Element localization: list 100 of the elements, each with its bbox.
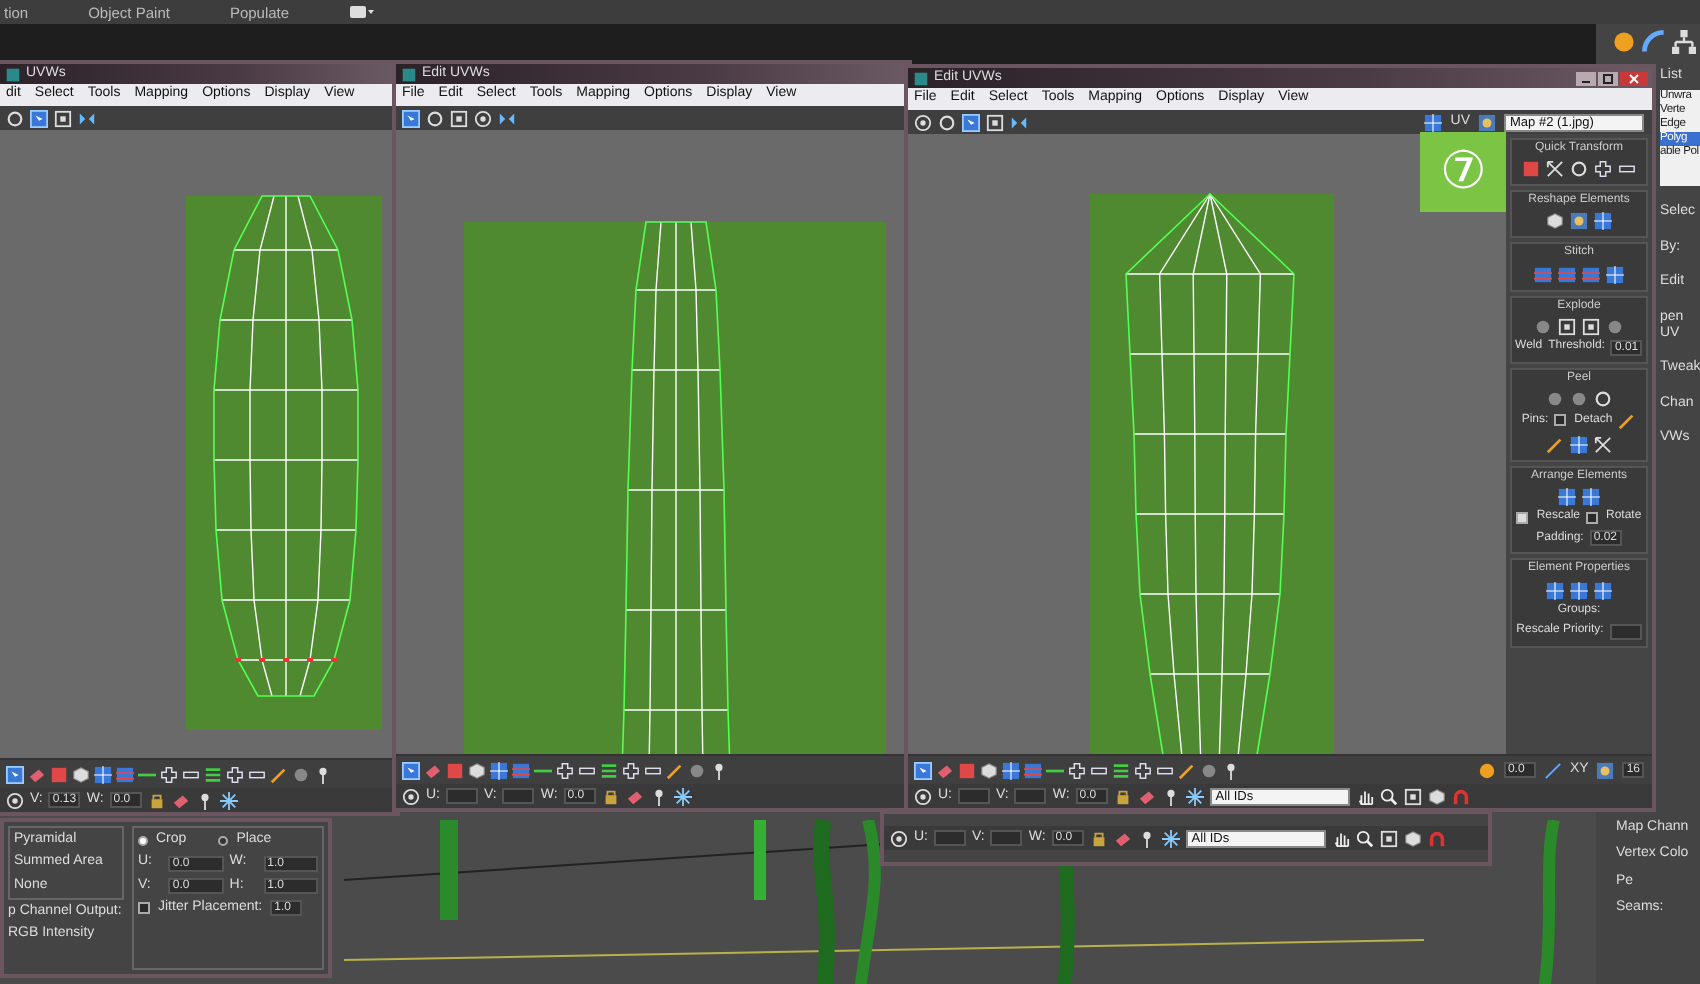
target-icon[interactable]: [474, 109, 492, 127]
number-field[interactable]: [446, 788, 478, 804]
tree-icon[interactable]: [1672, 30, 1696, 54]
frame-icon[interactable]: [1379, 829, 1398, 847]
rotate-icon[interactable]: [1570, 160, 1588, 179]
plus-icon[interactable]: [160, 765, 178, 783]
lock-icon[interactable]: [601, 787, 620, 805]
plus-icon[interactable]: [1068, 761, 1086, 779]
lock-icon[interactable]: [1089, 829, 1108, 847]
hand-icon[interactable]: [1355, 787, 1374, 805]
target-icon[interactable]: [6, 791, 24, 809]
picture-icon[interactable]: [1596, 761, 1615, 779]
lock-icon[interactable]: [1113, 787, 1132, 805]
bars-icon[interactable]: [204, 765, 222, 783]
pin-icon[interactable]: [649, 787, 668, 805]
number-field[interactable]: [934, 830, 966, 846]
checkbox[interactable]: [138, 902, 150, 915]
close-button[interactable]: [1620, 71, 1648, 85]
snowflake-icon[interactable]: [219, 791, 238, 809]
slash-icon[interactable]: [1543, 761, 1562, 779]
minimize-button[interactable]: [1576, 71, 1596, 85]
selection-icon[interactable]: [30, 109, 48, 127]
search-icon[interactable]: [1379, 787, 1398, 805]
sun-icon[interactable]: [1612, 30, 1636, 54]
stitch-icon[interactable]: [116, 765, 134, 783]
brush-icon[interactable]: [1546, 435, 1564, 454]
target-icon[interactable]: [914, 113, 932, 131]
number-field[interactable]: [502, 788, 535, 804]
grid-icon[interactable]: [1570, 435, 1588, 454]
frame-icon[interactable]: [986, 113, 1004, 131]
grid-icon[interactable]: [1546, 581, 1564, 599]
brush-icon[interactable]: [666, 761, 684, 779]
sun-icon[interactable]: [1477, 761, 1496, 779]
plus-icon[interactable]: [556, 761, 574, 779]
number-field[interactable]: [990, 830, 1023, 846]
grid-icon[interactable]: [1558, 488, 1576, 507]
brush-icon[interactable]: [1618, 411, 1637, 430]
rotate-icon[interactable]: [1594, 389, 1612, 408]
selection-icon[interactable]: [914, 761, 932, 779]
grid-icon[interactable]: [1594, 212, 1612, 231]
pin-icon[interactable]: [1161, 787, 1180, 805]
grid-icon[interactable]: [1594, 581, 1612, 599]
rotate-icon[interactable]: [938, 113, 956, 131]
arrows-icon[interactable]: [1594, 435, 1612, 454]
pin-icon[interactable]: [314, 765, 332, 783]
picture-icon[interactable]: [1570, 212, 1588, 231]
radio-button[interactable]: [138, 835, 148, 846]
grid-icon[interactable]: [94, 765, 112, 783]
frame-icon[interactable]: [1403, 787, 1422, 805]
target-icon[interactable]: [914, 787, 932, 805]
snowflake-icon[interactable]: [673, 787, 692, 805]
snowflake-icon[interactable]: [1161, 829, 1180, 847]
selection-icon[interactable]: [402, 109, 420, 127]
rotate-icon[interactable]: [6, 109, 24, 127]
cube-icon[interactable]: [980, 761, 998, 779]
number-field[interactable]: [958, 788, 990, 804]
stitch-icon[interactable]: [1558, 265, 1576, 284]
cube-icon[interactable]: [1403, 829, 1422, 847]
stitch-icon[interactable]: [1582, 265, 1600, 284]
grid-icon[interactable]: [1424, 113, 1443, 131]
maximize-button[interactable]: [1598, 71, 1618, 85]
checkbox[interactable]: [1554, 414, 1567, 427]
snowflake-icon[interactable]: [1185, 787, 1204, 805]
plus-icon[interactable]: [226, 765, 244, 783]
selection-icon[interactable]: [962, 113, 980, 131]
pin-icon[interactable]: [1222, 761, 1240, 779]
selection-icon[interactable]: [6, 765, 24, 783]
stitch-icon[interactable]: [1024, 761, 1042, 779]
pin-icon[interactable]: [710, 761, 728, 779]
frame-icon[interactable]: [54, 109, 72, 127]
stitch-icon[interactable]: [1534, 265, 1552, 284]
arrows-icon[interactable]: [1546, 160, 1564, 179]
checkbox[interactable]: [1516, 511, 1529, 524]
arc-icon[interactable]: [1642, 30, 1666, 54]
search-icon[interactable]: [1355, 829, 1374, 847]
selection-icon[interactable]: [402, 761, 420, 779]
pin-icon[interactable]: [195, 791, 214, 809]
target-icon[interactable]: [890, 829, 908, 847]
grid-icon[interactable]: [1570, 581, 1588, 599]
radio-button[interactable]: [218, 835, 229, 846]
bars-icon[interactable]: [1112, 761, 1130, 779]
plus-icon[interactable]: [622, 761, 640, 779]
checkbox[interactable]: [1586, 511, 1598, 524]
uv-mesh-drawing[interactable]: [213, 195, 359, 697]
target-icon[interactable]: [402, 787, 420, 805]
grid-icon[interactable]: [1002, 761, 1020, 779]
cube-icon[interactable]: [1546, 212, 1564, 231]
frame-icon[interactable]: [450, 109, 468, 127]
rotate-icon[interactable]: [426, 109, 444, 127]
picture-icon[interactable]: [1478, 113, 1496, 131]
hand-icon[interactable]: [1331, 829, 1350, 847]
stitch-icon[interactable]: [512, 761, 530, 779]
grid-icon[interactable]: [1606, 265, 1624, 284]
brush-icon[interactable]: [270, 765, 288, 783]
bars-icon[interactable]: [600, 761, 618, 779]
plus-icon[interactable]: [1134, 761, 1152, 779]
grid-icon[interactable]: [1582, 488, 1600, 507]
dropdown-icon[interactable]: [349, 6, 374, 18]
plus-icon[interactable]: [1594, 160, 1612, 179]
brush-icon[interactable]: [1178, 761, 1196, 779]
